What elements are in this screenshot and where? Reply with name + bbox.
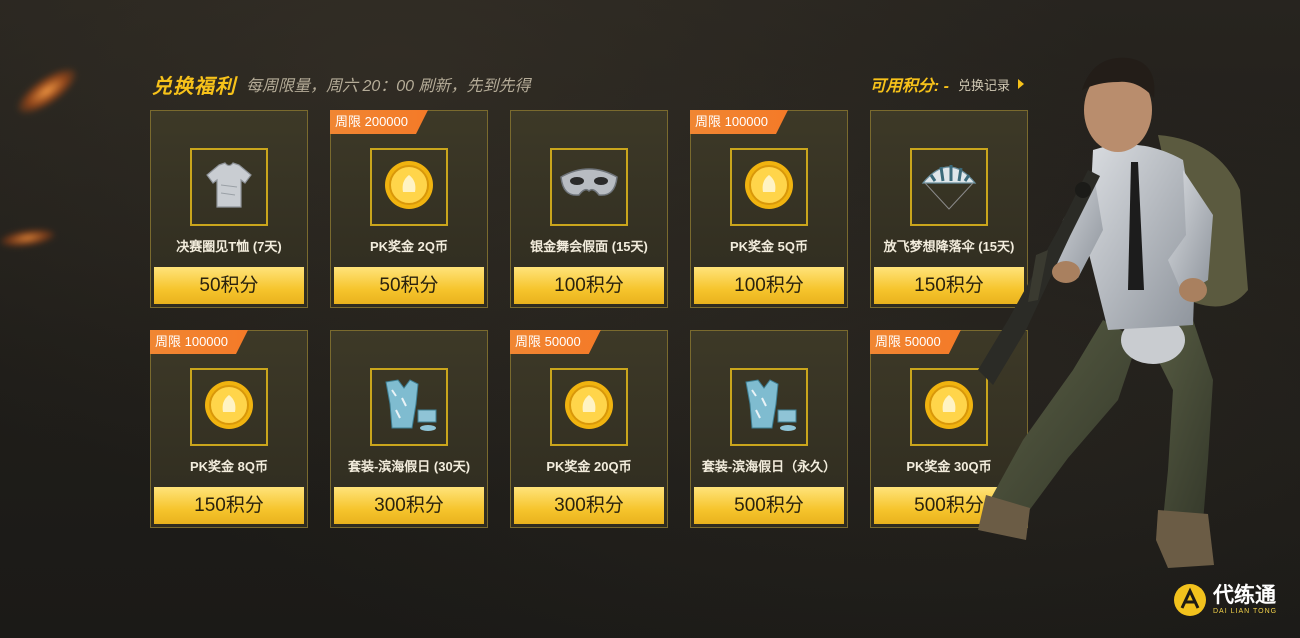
item-name: 银金舞会假面 (15天): [530, 239, 648, 254]
exchange-price-button[interactable]: 100积分: [514, 267, 664, 304]
item-icon-frame: [190, 368, 268, 446]
item-icon-frame: [370, 368, 448, 446]
logo-text: 代练通: [1213, 583, 1276, 607]
reward-grid: 决赛圈见T恤 (7天) 50积分 周限 200000 PK奖金 2Q币 50积分 银金舞会…: [150, 110, 1030, 530]
outfit-icon: [378, 376, 440, 439]
section-title: 兑换福利: [152, 75, 236, 98]
item-icon-frame: [190, 148, 268, 226]
soldier-character-image: [978, 57, 1248, 568]
weekly-limit-badge: 周限 50000: [510, 330, 601, 354]
reward-card[interactable]: 周限 200000 PK奖金 2Q币 50积分: [330, 110, 488, 308]
item-icon-frame: [550, 368, 628, 446]
exchange-price-button[interactable]: 50积分: [334, 267, 484, 304]
reward-card[interactable]: 套装-滨海假日 (30天) 300积分: [330, 330, 488, 528]
exchange-price-button[interactable]: 100积分: [694, 267, 844, 304]
section-subtitle: 每周限量，周六 20：00 刷新，先到先得: [246, 78, 531, 95]
tshirt-icon: [201, 157, 257, 218]
weekly-limit-badge: 周限 100000: [690, 110, 788, 134]
ember-glow: [0, 226, 56, 250]
mask-icon: [557, 163, 621, 212]
item-icon-frame: [730, 368, 808, 446]
coin-icon: [743, 159, 795, 216]
reward-card[interactable]: 套装-滨海假日（永久） 500积分: [690, 330, 848, 528]
coin-icon: [563, 379, 615, 436]
item-icon-frame: [370, 148, 448, 226]
weekly-limit-badge: 周限 100000: [150, 330, 248, 354]
item-icon-frame: [730, 148, 808, 226]
reward-card[interactable]: 银金舞会假面 (15天) 100积分: [510, 110, 668, 308]
reward-card[interactable]: 决赛圈见T恤 (7天) 50积分: [150, 110, 308, 308]
item-icon-frame: [550, 148, 628, 226]
reward-card[interactable]: 周限 100000 PK奖金 5Q币 100积分: [690, 110, 848, 308]
weekly-limit-badge: 周限 200000: [330, 110, 428, 134]
item-name: PK奖金 5Q币: [729, 239, 808, 254]
reward-card[interactable]: 周限 50000 PK奖金 20Q币 300积分: [510, 330, 668, 528]
exchange-price-button[interactable]: 150积分: [154, 487, 304, 524]
item-name: 套装-滨海假日 (30天): [347, 459, 471, 474]
item-name: PK奖金 8Q币: [189, 459, 268, 474]
outfit-icon: [738, 376, 800, 439]
section-header: 兑换福利 每周限量，周六 20：00 刷新，先到先得: [152, 70, 531, 98]
item-name: PK奖金 2Q币: [369, 239, 448, 254]
logo-subtext: DAI LIAN TONG: [1213, 607, 1278, 615]
dailiantong-logo: 代练通 DAI LIAN TONG: [1172, 582, 1277, 618]
exchange-price-button[interactable]: 300积分: [334, 487, 484, 524]
item-name: PK奖金 20Q币: [546, 459, 632, 474]
exchange-price-button[interactable]: 500积分: [694, 487, 844, 524]
coin-icon: [383, 159, 435, 216]
reward-card[interactable]: 周限 100000 PK奖金 8Q币 150积分: [150, 330, 308, 528]
exchange-price-button[interactable]: 50积分: [154, 267, 304, 304]
exchange-price-button[interactable]: 300积分: [514, 487, 664, 524]
ember-glow: [10, 60, 84, 122]
item-name: 决赛圈见T恤 (7天): [176, 239, 282, 254]
coin-icon: [203, 379, 255, 436]
dailiantong-logo-icon: [1174, 584, 1206, 616]
available-points: 可用积分: -: [869, 78, 949, 95]
item-name: 套装-滨海假日（永久）: [701, 459, 837, 474]
weekly-limit-badge: 周限 50000: [870, 330, 961, 354]
